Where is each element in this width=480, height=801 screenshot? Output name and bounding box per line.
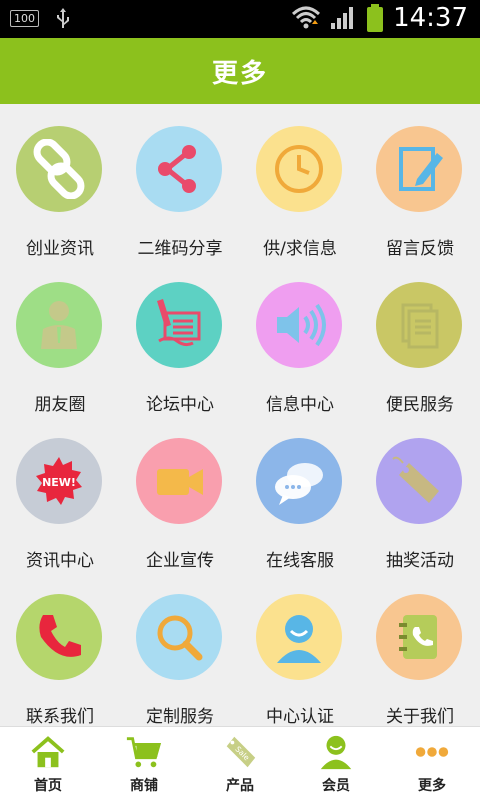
grid-item-promo[interactable]: 企业宣传	[120, 416, 240, 572]
tab-label: 更多	[418, 778, 446, 794]
usb-icon	[57, 8, 69, 28]
more-dots-icon	[415, 747, 449, 757]
tab-shop[interactable]: 商铺	[96, 727, 192, 801]
grid-item-label: 联系我们	[26, 707, 94, 727]
grid-item-feedback[interactable]: 留言反馈	[360, 104, 480, 260]
edit-note-icon	[399, 147, 443, 191]
grid-circle	[256, 126, 342, 212]
chat-bubbles-icon	[275, 463, 323, 505]
header-bar: 更多	[0, 38, 480, 104]
grid-circle	[376, 126, 462, 212]
tab-more[interactable]: 更多	[384, 727, 480, 801]
documents-icon	[401, 303, 439, 349]
address-book-icon	[399, 615, 437, 659]
chain-link-icon	[33, 139, 85, 199]
grid-circle	[376, 282, 462, 368]
page-title: 更多	[211, 58, 268, 89]
grid-item-label: 论坛中心	[146, 395, 214, 415]
battery-percent-badge: 100	[10, 9, 39, 27]
grid-circle	[376, 438, 462, 524]
grid-item-news-center[interactable]: NEW! 资讯中心	[0, 416, 120, 572]
svg-text:NEW!: NEW!	[42, 476, 76, 489]
grid-item-supply-demand[interactable]: 供/求信息	[240, 104, 360, 260]
grid-item-label: 中心认证	[266, 707, 334, 727]
speaker-icon	[277, 303, 326, 347]
grid-item-label: 在线客服	[266, 551, 334, 571]
grid-item-contact[interactable]: 联系我们	[0, 572, 120, 728]
grid-circle	[136, 594, 222, 680]
grid-circle	[136, 282, 222, 368]
pen-paper-icon	[157, 299, 201, 347]
status-bar: 100 14:37	[0, 0, 480, 38]
tab-products[interactable]: Sale 产品	[192, 727, 288, 801]
grid-circle: NEW!	[16, 438, 102, 524]
grid-item-label: 便民服务	[386, 395, 454, 415]
grid-circle	[136, 438, 222, 524]
grid-item-lottery[interactable]: 抽奖活动	[360, 416, 480, 572]
grid-item-friends[interactable]: 朋友圈	[0, 260, 120, 416]
grid-item-certification[interactable]: 中心认证	[240, 572, 360, 728]
share-icon	[158, 145, 196, 193]
grid-item-forum[interactable]: 论坛中心	[120, 260, 240, 416]
grid-item-label: 资讯中心	[26, 551, 94, 571]
feature-grid: 创业资讯 二维码分享 供/求信息 留言反馈 朋友圈 论坛中心 信息中心 便民服务…	[0, 104, 480, 728]
tab-label: 商铺	[130, 778, 158, 794]
person-icon	[41, 301, 77, 349]
grid-circle	[256, 438, 342, 524]
tab-label: 会员	[322, 778, 350, 794]
grid-circle	[256, 594, 342, 680]
grid-item-label: 二维码分享	[137, 239, 223, 259]
grid-item-online-service[interactable]: 在线客服	[240, 416, 360, 572]
grid-item-label: 创业资讯	[26, 239, 94, 259]
clock-icon	[275, 145, 323, 193]
home-icon	[31, 736, 65, 768]
wifi-icon	[292, 6, 321, 29]
sale-tag-icon: Sale	[226, 736, 256, 768]
tab-member[interactable]: 会员	[288, 727, 384, 801]
video-camera-icon	[157, 469, 203, 495]
grid-item-startup-news[interactable]: 创业资讯	[0, 104, 120, 260]
tag-icon	[392, 456, 439, 503]
grid-item-label: 朋友圈	[34, 395, 86, 415]
magnifier-icon	[157, 615, 203, 661]
grid-circle	[16, 282, 102, 368]
grid-item-custom-service[interactable]: 定制服务	[120, 572, 240, 728]
grid-item-label: 企业宣传	[146, 551, 214, 571]
user-icon	[277, 615, 321, 663]
grid-item-about[interactable]: 关于我们	[360, 572, 480, 728]
grid-circle	[376, 594, 462, 680]
tab-label: 首页	[34, 778, 62, 794]
grid-item-label: 供/求信息	[263, 239, 337, 259]
grid-circle	[16, 126, 102, 212]
grid-item-label: 信息中心	[266, 395, 334, 415]
battery-icon	[367, 4, 384, 32]
grid-circle	[16, 594, 102, 680]
phone-icon	[39, 615, 81, 657]
cart-icon	[126, 737, 162, 768]
grid-circle	[256, 282, 342, 368]
grid-item-qr-share[interactable]: 二维码分享	[120, 104, 240, 260]
grid-item-label: 留言反馈	[386, 239, 454, 259]
signal-icon	[331, 7, 354, 29]
bottom-tab-bar: 首页 商铺 Sale 产品 会员 更多	[0, 726, 480, 801]
grid-item-label: 关于我们	[386, 707, 454, 727]
member-icon	[320, 735, 352, 770]
grid-item-label: 抽奖活动	[386, 551, 454, 571]
tab-label: 产品	[226, 778, 254, 794]
status-time: 14:37	[393, 3, 468, 33]
grid-circle	[136, 126, 222, 212]
grid-item-info-center[interactable]: 信息中心	[240, 260, 360, 416]
grid-item-convenience[interactable]: 便民服务	[360, 260, 480, 416]
new-badge-icon: NEW!	[36, 457, 82, 505]
tab-home[interactable]: 首页	[0, 727, 96, 801]
grid-item-label: 定制服务	[146, 707, 214, 727]
